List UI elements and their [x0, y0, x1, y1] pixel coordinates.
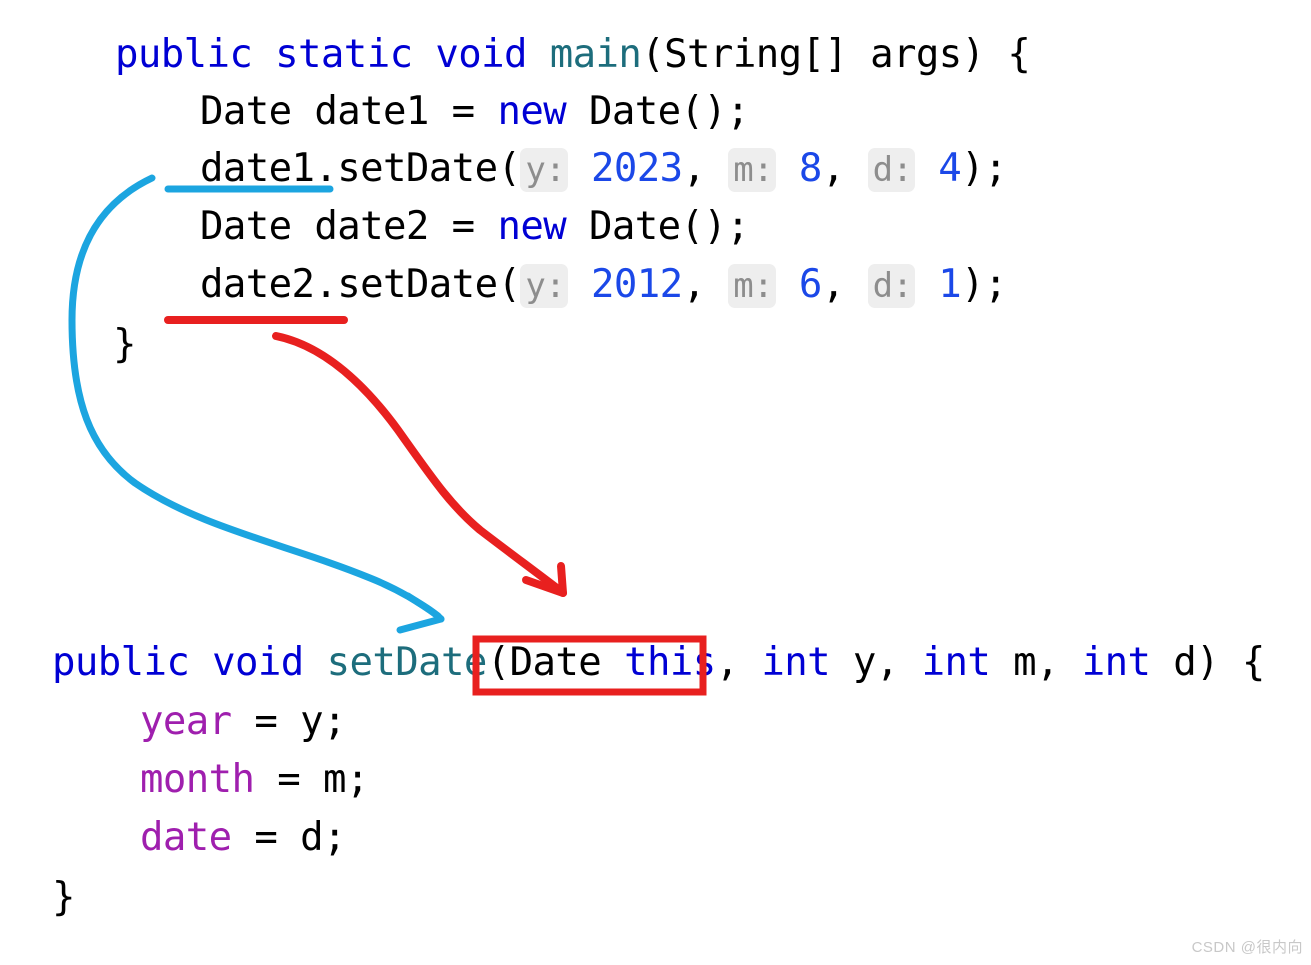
red-arrowhead-right-icon: [557, 562, 567, 597]
code-line-assign-date: date = d;: [140, 815, 347, 860]
param-m: m,: [990, 640, 1082, 685]
code-line-date1-decl: Date date1 = new Date();: [200, 89, 750, 134]
receiver-date2: date2: [200, 262, 315, 307]
statement-tail: );: [961, 262, 1007, 307]
date2-declaration-text: Date date2 =: [200, 204, 498, 249]
keyword-static: static: [275, 32, 413, 77]
param-hint-m: m:: [728, 264, 777, 308]
statement-tail: );: [961, 146, 1007, 191]
code-line-setdate-closing-brace: }: [52, 875, 75, 920]
assignment-year: = y;: [231, 699, 346, 744]
code-line-setdate-signature: public void setDate(Date this, int y, in…: [52, 641, 1265, 685]
keyword-new: new: [497, 89, 567, 134]
date2-constructor-text: Date();: [566, 204, 750, 249]
keyword-this: this: [624, 640, 716, 685]
param-hint-d: d:: [867, 148, 916, 192]
comma: ,: [682, 262, 729, 307]
param-hint-d: d:: [867, 264, 916, 308]
arg-day-value: 4: [938, 146, 962, 191]
arg-year-value: 2023: [590, 146, 683, 191]
code-line-assign-month: month = m;: [140, 758, 369, 802]
comma: ,: [682, 146, 729, 191]
code-screenshot: public static void main(String[] args) {…: [0, 0, 1311, 965]
code-line-main-closing-brace: }: [113, 322, 136, 367]
type-date: Date: [509, 640, 602, 685]
keyword-int-m: int: [921, 640, 991, 685]
code-line-main-signature: public static void main(String[] args) {: [115, 32, 1031, 77]
comma-after-this: ,: [715, 640, 739, 685]
arg-month-value: 6: [798, 262, 822, 307]
code-line-date2-decl: Date date2 = new Date();: [200, 204, 750, 249]
param-hint-m: m:: [728, 148, 777, 192]
method-name-setdate: setDate: [326, 640, 488, 685]
arg-year-value: 2012: [590, 262, 683, 307]
blue-arrowhead-upper-icon: [404, 592, 445, 623]
receiver-date1: date1: [200, 146, 315, 191]
code-line-date2-setdate: date2.setDate(y: 2012, m: 6, d: 1);: [200, 263, 1007, 308]
keyword-public: public: [115, 32, 253, 77]
setdate-call-text: .setDate(: [314, 262, 521, 307]
keyword-public: public: [52, 640, 190, 685]
method-name-main: main: [549, 32, 642, 77]
code-line-date1-setdate: date1.setDate(y: 2023, m: 8, d: 4);: [200, 147, 1007, 192]
arg-month-value: 8: [798, 146, 822, 191]
keyword-int-y: int: [738, 640, 831, 685]
param-hint-y: y:: [520, 148, 569, 192]
keyword-void: void: [212, 640, 304, 685]
param-hint-y: y:: [520, 264, 569, 308]
keyword-int-d: int: [1081, 640, 1151, 685]
comma: ,: [821, 262, 868, 307]
comma: ,: [821, 146, 868, 191]
param-d: d) {: [1150, 640, 1265, 685]
arg-day-value: 1: [938, 262, 962, 307]
watermark-text: CSDN @很内向: [1191, 939, 1303, 956]
keyword-new: new: [497, 204, 567, 249]
field-date: date: [140, 815, 232, 860]
keyword-void: void: [435, 32, 527, 77]
param-y: y,: [830, 640, 922, 685]
date1-declaration-text: Date date1 =: [200, 89, 498, 134]
field-month: month: [140, 757, 255, 802]
open-paren: (: [486, 640, 510, 685]
red-arrowhead-left-icon: [522, 576, 567, 597]
blue-arrowhead-lower-icon: [396, 615, 445, 634]
code-line-assign-year: year = y;: [140, 699, 347, 744]
assignment-date: = d;: [231, 815, 346, 860]
red-arrow-path-icon: [272, 332, 566, 596]
main-params-text: (String[] args) {: [641, 32, 1031, 77]
setdate-call-text: .setDate(: [314, 146, 521, 191]
field-year: year: [140, 699, 232, 744]
assignment-month: = m;: [254, 757, 369, 802]
date1-constructor-text: Date();: [566, 89, 750, 134]
